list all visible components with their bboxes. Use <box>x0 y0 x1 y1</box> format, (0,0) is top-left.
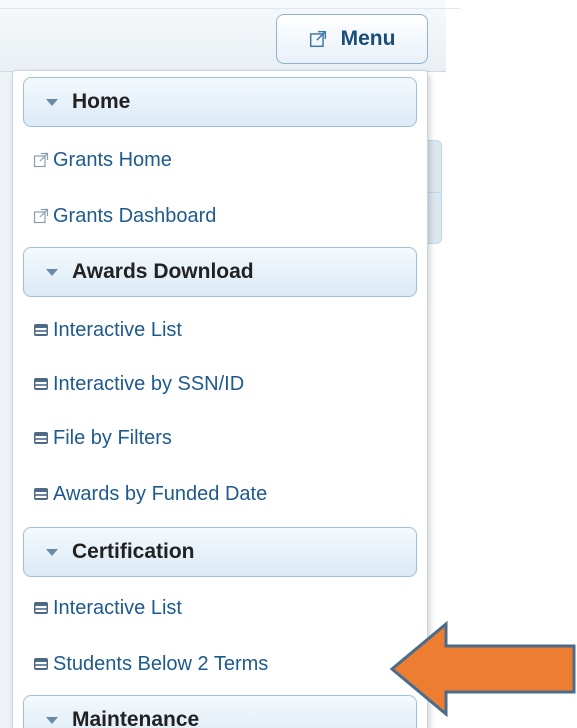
menu-button-label: Menu <box>340 27 396 50</box>
section-header-maintenance[interactable]: Maintenance <box>23 695 417 728</box>
menu-item-label: Interactive List <box>53 596 182 619</box>
section-header-awards-download[interactable]: Awards Download <box>23 247 417 297</box>
menu-item-students-below-2-terms[interactable]: Students Below 2 Terms <box>23 637 417 691</box>
table-icon <box>34 602 48 614</box>
caret-down-icon <box>46 268 58 276</box>
table-icon <box>34 324 48 336</box>
caret-down-icon <box>46 98 58 106</box>
external-link-icon <box>33 152 49 168</box>
section-header-label: Maintenance <box>72 708 200 728</box>
callout-arrow <box>389 620 576 718</box>
menu-item-label: Awards by Funded Date <box>53 482 268 505</box>
section-header-certification[interactable]: Certification <box>23 527 417 577</box>
table-icon <box>34 432 48 444</box>
section-header-home[interactable]: Home <box>23 77 417 127</box>
caret-down-icon <box>46 548 58 556</box>
dropdown-menu: Home Grants Home Grants Dashboard Awards… <box>12 70 428 728</box>
menu-item-file-by-filters[interactable]: File by Filters <box>23 411 417 465</box>
section-header-label: Home <box>72 90 131 113</box>
background-page-divider <box>428 192 442 193</box>
external-link-icon <box>33 208 49 224</box>
menu-item-certification-interactive-list[interactable]: Interactive List <box>23 581 417 635</box>
menu-item-label: Interactive List <box>53 318 182 341</box>
menu-item-interactive-by-ssn-id[interactable]: Interactive by SSN/ID <box>23 357 417 411</box>
menu-item-grants-dashboard[interactable]: Grants Dashboard <box>23 189 417 243</box>
table-icon <box>34 378 48 390</box>
menu-item-label: Grants Dashboard <box>53 204 217 227</box>
section-header-label: Certification <box>72 540 195 563</box>
menu-item-label: Interactive by SSN/ID <box>53 372 245 395</box>
menu-item-awards-by-funded-date[interactable]: Awards by Funded Date <box>23 467 417 521</box>
caret-down-icon <box>46 716 58 724</box>
table-icon <box>34 488 48 500</box>
menu-button[interactable]: Menu <box>276 14 428 64</box>
menu-item-grants-home[interactable]: Grants Home <box>23 133 417 187</box>
section-header-label: Awards Download <box>72 260 254 283</box>
external-link-icon <box>309 30 326 48</box>
menu-item-label: File by Filters <box>53 426 172 449</box>
table-icon <box>34 658 48 670</box>
menu-item-interactive-list[interactable]: Interactive List <box>23 303 417 357</box>
toolbar-divider <box>0 8 460 9</box>
menu-item-label: Grants Home <box>53 148 172 171</box>
menu-item-label: Students Below 2 Terms <box>53 652 269 675</box>
screenshot-stage: Menu Home Grants Home Grants Dashboard A… <box>0 0 577 728</box>
